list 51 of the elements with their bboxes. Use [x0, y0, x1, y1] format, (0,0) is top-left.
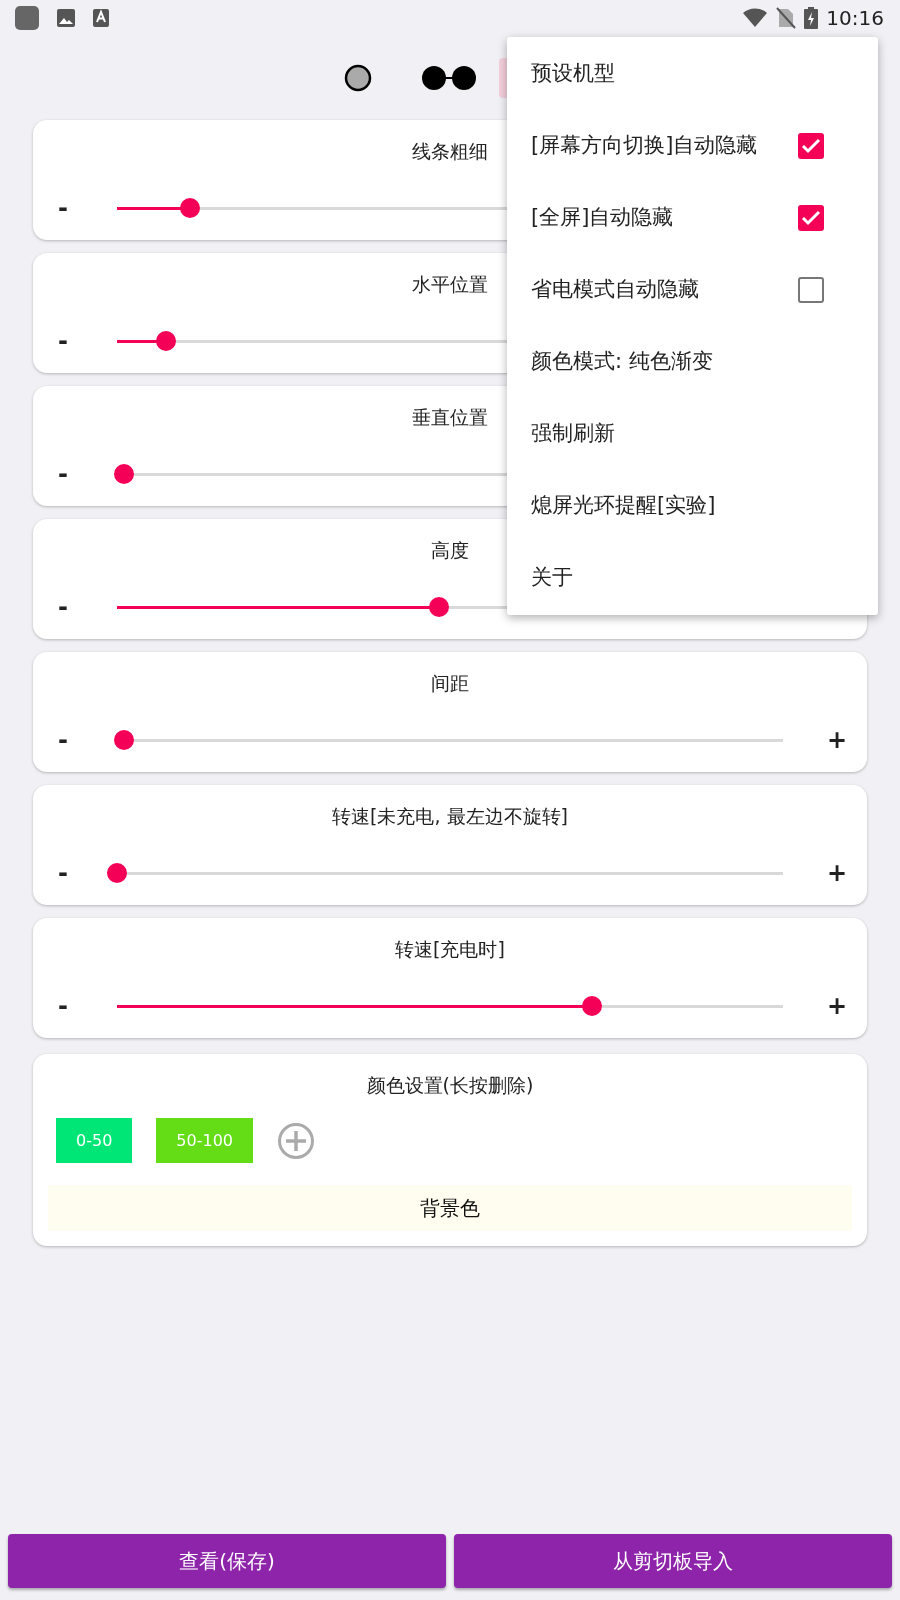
plus-button[interactable]: + — [807, 994, 867, 1018]
minus-button[interactable]: - — [33, 595, 93, 619]
minus-button[interactable]: - — [33, 994, 93, 1018]
check-icon — [801, 210, 821, 226]
slider-title: 水平位置 — [412, 272, 488, 297]
battery-charging-icon — [804, 7, 819, 29]
slider-title: 垂直位置 — [412, 405, 488, 430]
menu-item[interactable]: 颜色模式: 纯色渐变 — [507, 326, 878, 398]
slider-thumb[interactable] — [107, 863, 127, 883]
slider-thumb[interactable] — [113, 730, 134, 750]
slider-thumb[interactable] — [156, 331, 177, 351]
text-icon — [92, 8, 110, 28]
checkbox[interactable] — [798, 205, 824, 231]
check-icon — [801, 138, 821, 154]
slider-title: 高度 — [431, 538, 469, 563]
minus-button[interactable]: - — [33, 462, 93, 486]
plus-button[interactable]: + — [807, 728, 867, 752]
color-settings-title: 颜色设置(长按删除) — [366, 1073, 534, 1098]
menu-item[interactable]: 预设机型 — [507, 38, 878, 110]
slider-thumb[interactable] — [581, 996, 602, 1016]
plus-button[interactable]: + — [807, 861, 867, 885]
slider-title: 间距 — [431, 671, 469, 696]
menu-item[interactable]: 熄屏光环提醒[实验] — [507, 470, 878, 542]
action-button[interactable]: 查看(保存) — [8, 1534, 446, 1588]
add-icon[interactable] — [277, 1121, 315, 1160]
background-color-button[interactable]: 背景色 — [48, 1185, 852, 1231]
no-sim-icon — [776, 7, 797, 29]
image-icon — [56, 8, 76, 28]
circle-icon[interactable] — [344, 64, 372, 92]
menu-item[interactable]: 强制刷新 — [507, 398, 878, 470]
slider-thumb[interactable] — [113, 464, 134, 484]
slider-title: 转速[未充电, 最左边不旋转] — [332, 804, 568, 829]
checkbox[interactable] — [798, 277, 824, 303]
minus-button[interactable]: - — [33, 861, 93, 885]
menu-item[interactable]: [屏幕方向切换]自动隐藏 — [531, 130, 798, 162]
minus-button[interactable]: - — [33, 728, 93, 752]
slider-title: 转速[充电时] — [395, 937, 505, 962]
menu-item[interactable]: 省电模式自动隐藏 — [531, 274, 798, 306]
minus-button[interactable]: - — [33, 196, 93, 220]
checkbox[interactable] — [798, 133, 824, 159]
menu-item[interactable]: [全屏]自动隐藏 — [531, 202, 798, 234]
slider-title: 线条粗细 — [412, 139, 488, 164]
menu-item[interactable]: 关于 — [507, 542, 878, 614]
minus-button[interactable]: - — [33, 329, 93, 353]
dual-circle-icon[interactable] — [421, 64, 477, 92]
wifi-icon — [742, 8, 769, 28]
clock-time: 10:16 — [826, 5, 884, 32]
app-icon — [14, 5, 40, 31]
slider-thumb[interactable] — [428, 597, 449, 617]
action-button[interactable]: 从剪切板导入 — [454, 1534, 892, 1588]
slider-thumb[interactable] — [180, 198, 201, 218]
